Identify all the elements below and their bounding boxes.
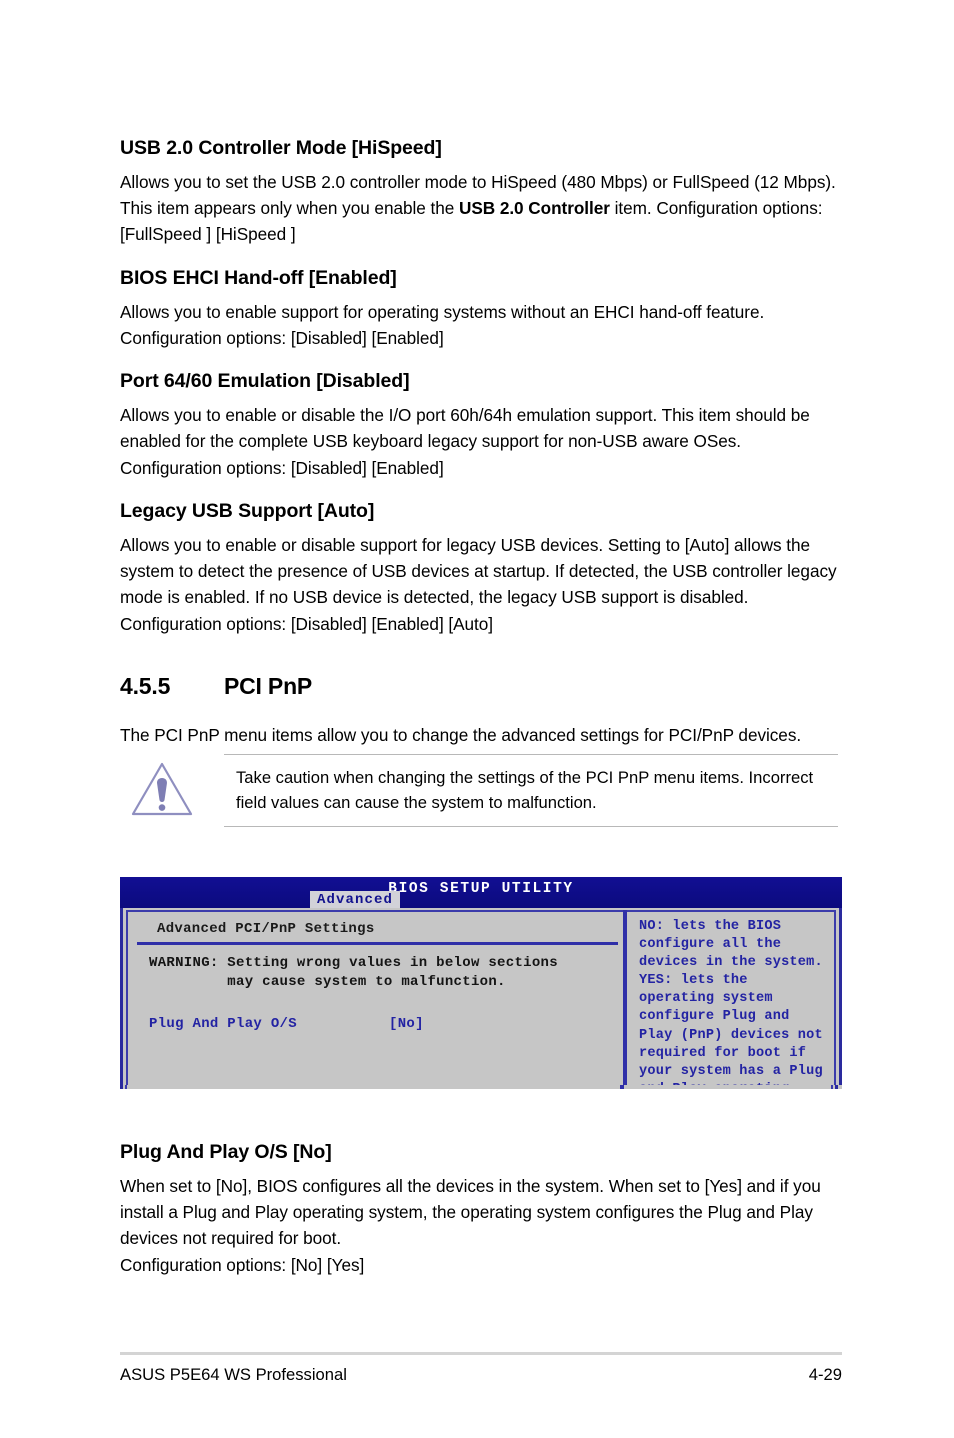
bios-title: BIOS SETUP UTILITY <box>388 881 574 897</box>
paragraph-plug-and-play-options: Configuration options: [No] [Yes] <box>120 1254 365 1275</box>
heading-port-64-60-emulation: Port 64/60 Emulation [Disabled] <box>120 370 410 393</box>
caution-note: Take caution when changing the settings … <box>120 754 842 828</box>
document-page: USB 2.0 Controller Mode [HiSpeed] Allows… <box>0 0 954 1438</box>
heading-legacy-usb-support: Legacy USB Support [Auto] <box>120 499 375 522</box>
section-heading-pci-pnp: 4.5.5 PCI PnP <box>120 673 842 700</box>
section-title: PCI PnP <box>224 672 313 699</box>
bios-window: BIOS SETUP UTILITY Advanced Advanced PCI… <box>120 877 842 1089</box>
footer-divider <box>120 1352 842 1355</box>
paragraph-usb-controller-mode: Allows you to set the USB 2.0 controller… <box>120 169 842 248</box>
note-divider-top <box>224 754 838 756</box>
bios-panel-divider <box>623 910 627 1089</box>
bios-setting-value[interactable]: [No] <box>389 1015 424 1034</box>
bios-setting-label: Plug And Play O/S <box>149 1016 297 1032</box>
bios-panel-heading: Advanced PCI/PnP Settings <box>157 921 375 937</box>
heading-bios-ehci-hand-off: BIOS EHCI Hand-off [Enabled] <box>120 266 397 289</box>
closing-content: Plug And Play O/S [No] When set to [No],… <box>120 1141 842 1298</box>
paragraph-bios-ehci-hand-off: Allows you to enable support for operati… <box>120 301 765 348</box>
paragraph-plug-and-play-os: When set to [No], BIOS configures all th… <box>120 1175 821 1249</box>
bios-setup-screenshot: BIOS SETUP UTILITY Advanced Advanced PCI… <box>120 877 842 1112</box>
bios-body: Advanced PCI/PnP Settings WARNING: Setti… <box>120 908 842 1089</box>
bios-setting-row-plug-and-play-os[interactable]: Plug And Play O/S [No] <box>133 992 620 1034</box>
warning-triangle-icon <box>128 758 196 820</box>
bios-warning-text: WARNING: Setting wrong values in below s… <box>133 945 620 992</box>
caution-text: Take caution when changing the settings … <box>236 768 814 812</box>
text-segment-bold: USB 2.0 Controller <box>458 198 610 219</box>
bios-settings-panel: Advanced PCI/PnP Settings WARNING: Setti… <box>133 914 620 1034</box>
bios-warning-line-1: WARNING: Setting wrong values in below s… <box>149 955 558 971</box>
paragraph-pci-pnp-intro: The PCI PnP menu items allow you to chan… <box>120 724 802 745</box>
footer-page-number: 4-29 <box>808 1365 842 1384</box>
note-divider-bottom <box>224 826 838 828</box>
heading-plug-and-play-os: Plug And Play O/S [No] <box>120 1141 332 1163</box>
bios-torn-edge <box>120 1085 842 1089</box>
footer-product-name: ASUS P5E64 WS Professional <box>120 1365 347 1384</box>
section-number: 4.5.5 <box>120 672 171 699</box>
paragraph-port-64-60-emulation: Allows you to enable or disable the I/O … <box>120 404 810 478</box>
paragraph-legacy-usb-support: Allows you to enable or disable support … <box>120 534 837 634</box>
page-content: USB 2.0 Controller Mode [HiSpeed] Allows… <box>120 137 842 828</box>
bios-help-panel: NO: lets the BIOS configure all the devi… <box>639 919 823 1089</box>
bios-titlebar: BIOS SETUP UTILITY Advanced <box>120 877 842 910</box>
bios-warning-line-2: may cause system to malfunction. <box>149 974 506 990</box>
heading-usb-controller-mode: USB 2.0 Controller Mode [HiSpeed] <box>120 137 442 159</box>
